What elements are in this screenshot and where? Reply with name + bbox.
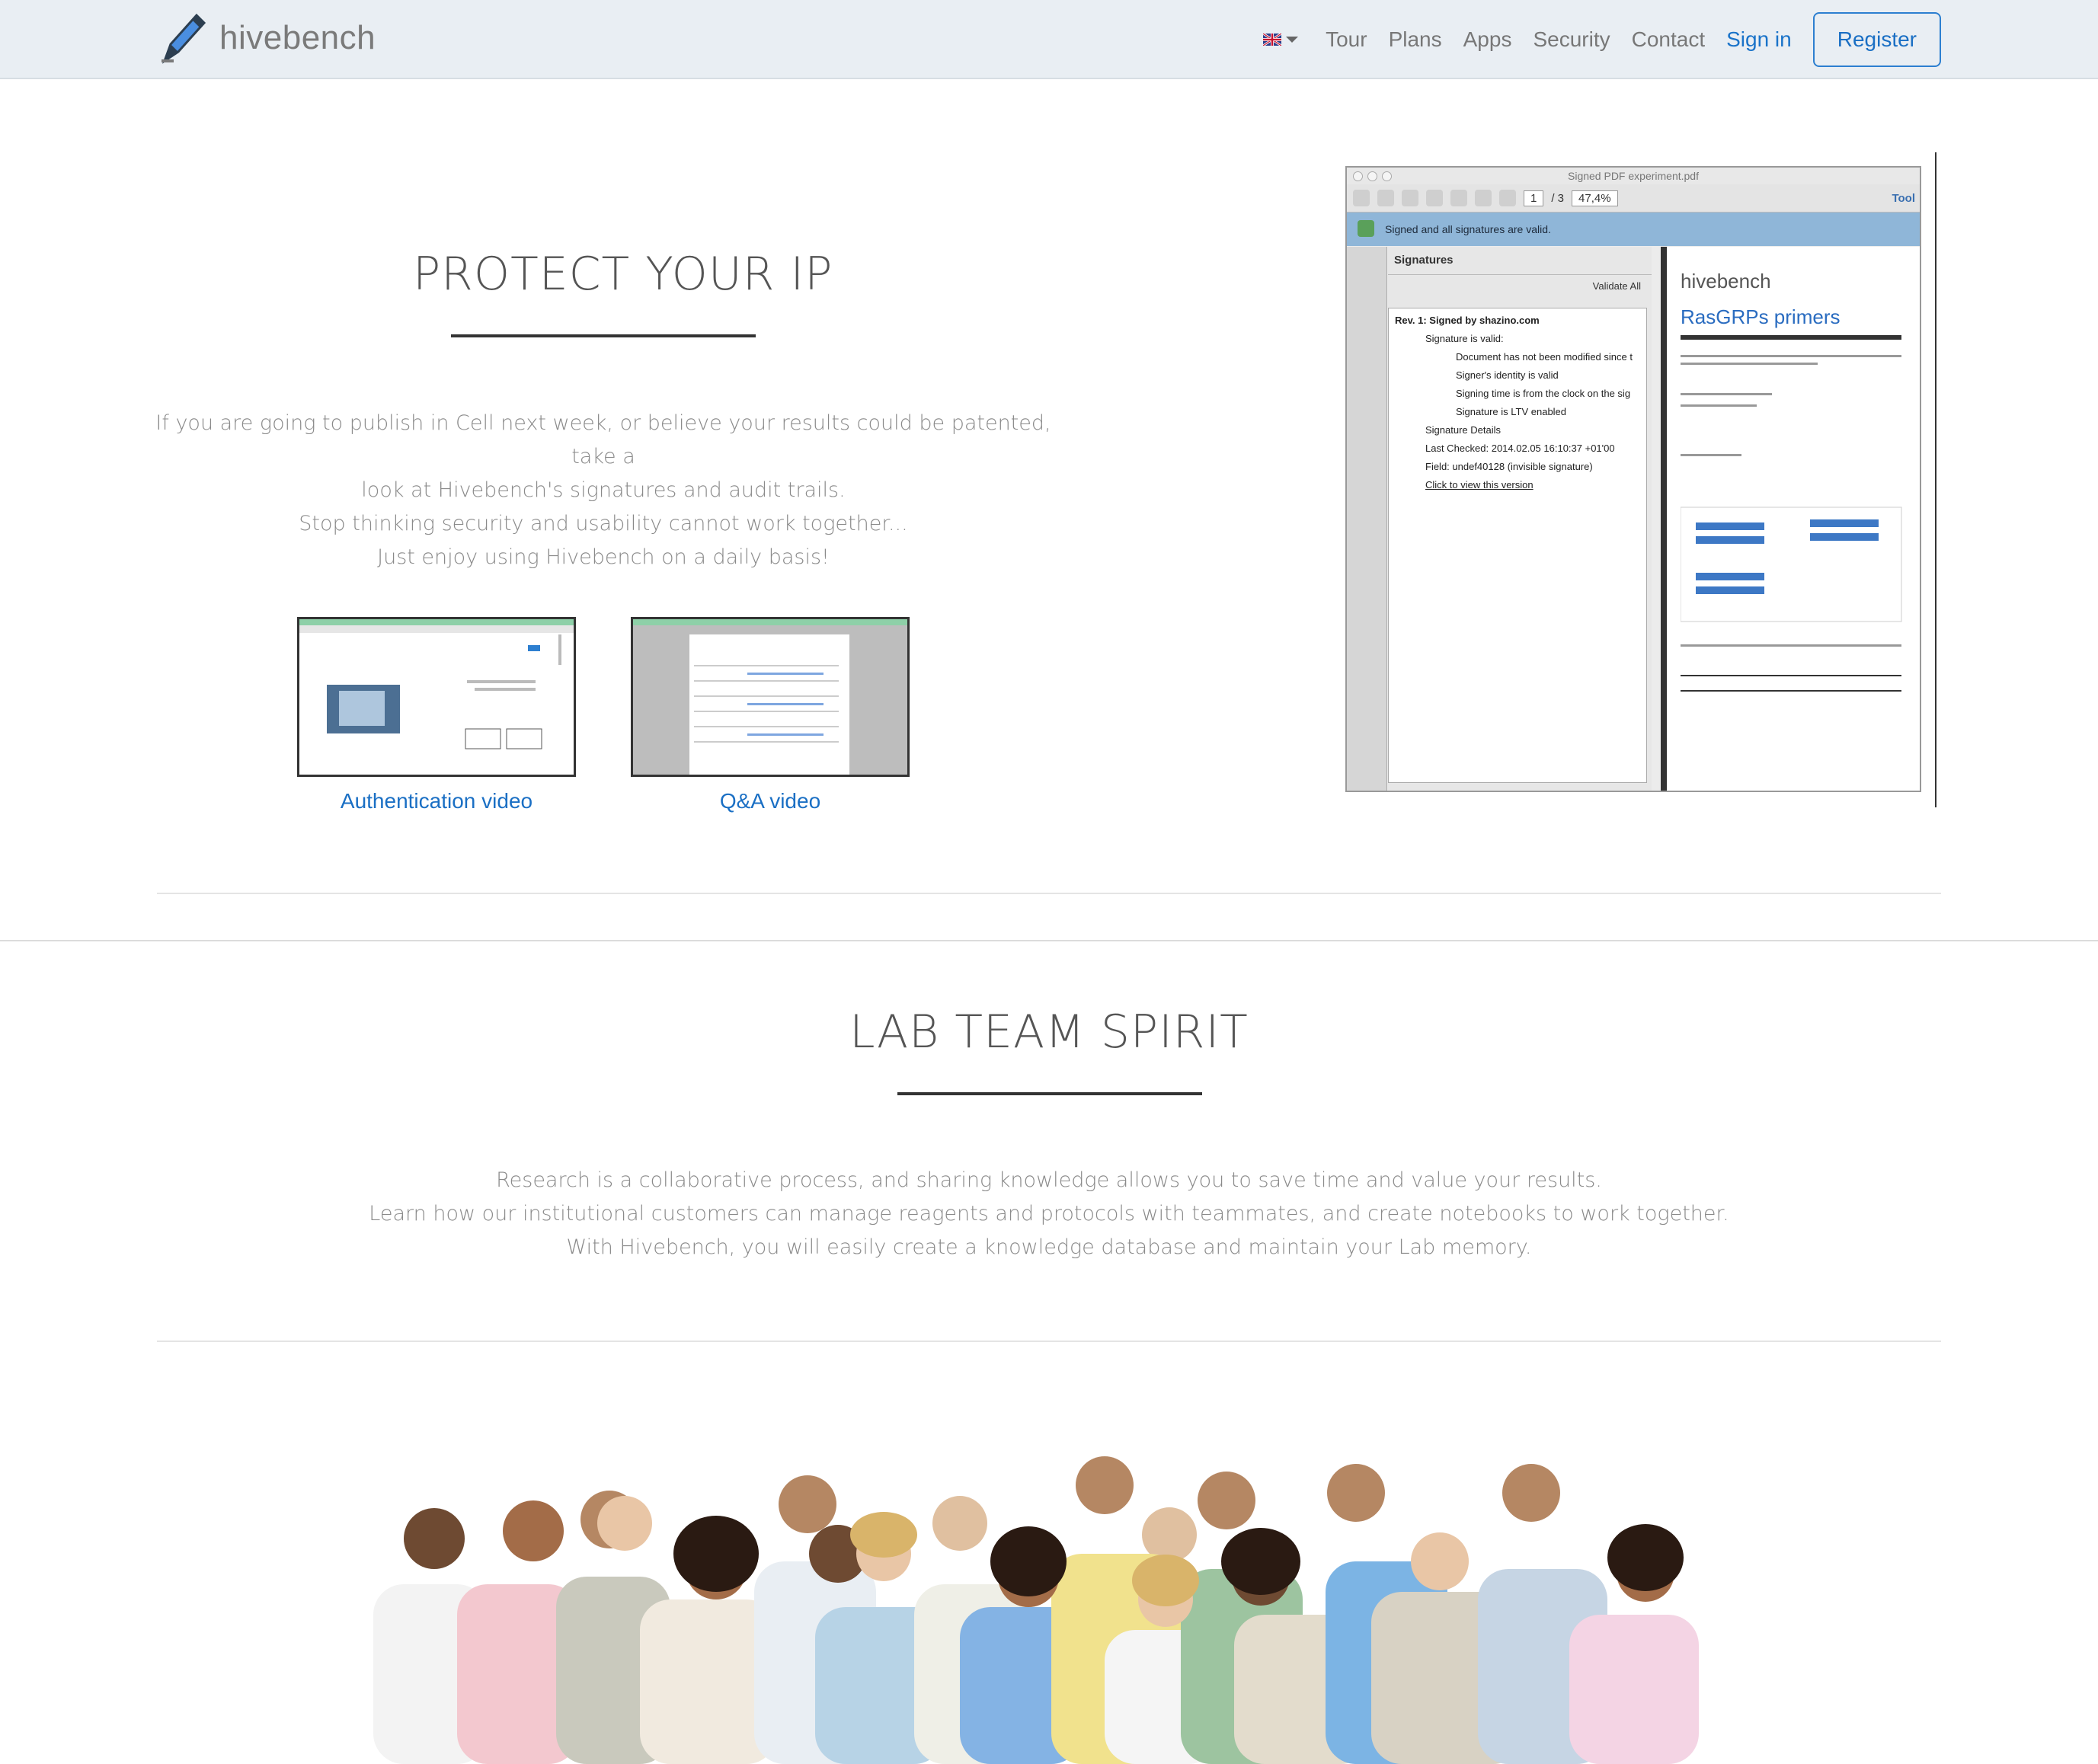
brand-logo[interactable]: hivebench bbox=[157, 8, 376, 69]
cloud-icon bbox=[1426, 190, 1443, 206]
sig-item: Signing time is from the clock on the si… bbox=[1456, 388, 1631, 399]
pdf-window-title: Signed PDF experiment.pdf bbox=[1568, 170, 1699, 182]
print-icon bbox=[1353, 190, 1370, 206]
pencil-logo-icon bbox=[162, 13, 206, 64]
team-line-3: With Hivebench, you will easily create a… bbox=[566, 1235, 1532, 1259]
register-button[interactable]: Register bbox=[1812, 12, 1941, 67]
zoom-level: 47,4% bbox=[1572, 190, 1618, 206]
pdf-icon bbox=[1377, 190, 1394, 206]
title-underline bbox=[451, 334, 756, 337]
tools-label: Tool bbox=[1892, 191, 1915, 205]
signatures-panel-title: Signatures bbox=[1388, 247, 1652, 275]
signature-banner-text: Signed and all signatures are valid. bbox=[1385, 223, 1551, 235]
team-description: Research is a collaborative process, and… bbox=[305, 1164, 1793, 1264]
language-selector[interactable] bbox=[1263, 34, 1299, 46]
video-preview-image bbox=[299, 619, 574, 749]
pdf-window-titlebar: Signed PDF experiment.pdf bbox=[1347, 168, 1920, 184]
top-navbar: hivebench Tour Plans Apps Security Conta… bbox=[0, 0, 2098, 79]
brand-name: hivebench bbox=[219, 19, 376, 56]
page-number: 1 bbox=[1524, 190, 1544, 206]
page-total: / 3 bbox=[1551, 191, 1565, 205]
section-divider bbox=[157, 893, 1941, 894]
authentication-video-link[interactable]: Authentication video bbox=[297, 789, 576, 813]
pdf-toolbar: 1 / 3 47,4% Tool bbox=[1347, 184, 1920, 213]
sig-item: Signer's identity is valid bbox=[1456, 369, 1559, 381]
chevron-down-icon bbox=[1286, 37, 1299, 43]
doc-content-graphic bbox=[1680, 355, 1902, 692]
save-icon bbox=[1450, 190, 1467, 206]
protect-line-2: look at Hivebench's signatures and audit… bbox=[361, 478, 846, 502]
nav-contact[interactable]: Contact bbox=[1632, 27, 1706, 52]
video-preview-image bbox=[633, 619, 907, 775]
team-title: LAB TEAM SPIRIT bbox=[849, 1005, 1249, 1059]
team-line-1: Research is a collaborative process, and… bbox=[496, 1168, 1602, 1192]
section-divider bbox=[157, 1341, 1941, 1342]
validate-all: Validate All bbox=[1592, 280, 1641, 292]
sig-item: Click to view this version bbox=[1425, 479, 1534, 491]
pdf-document-page: hivebench RasGRPs primers bbox=[1661, 247, 1920, 791]
doc-title: RasGRPs primers bbox=[1681, 305, 1841, 328]
pdf-side-toolbar bbox=[1347, 247, 1387, 791]
qa-video-link[interactable]: Q&A video bbox=[631, 789, 910, 813]
sig-item: Document has not been modified since t bbox=[1456, 351, 1633, 363]
team-line-2: Learn how our institutional customers ca… bbox=[369, 1202, 1729, 1226]
sig-item: Rev. 1: Signed by shazino.com bbox=[1395, 315, 1540, 326]
authentication-video-thumbnail[interactable] bbox=[297, 617, 576, 777]
printer-icon bbox=[1475, 190, 1492, 206]
section-border bbox=[0, 940, 2098, 941]
sig-item: Signature is LTV enabled bbox=[1456, 406, 1567, 417]
main-nav: Tour Plans Apps Security Contact Sign in… bbox=[1263, 12, 1941, 67]
signin-link[interactable]: Sign in bbox=[1726, 27, 1792, 52]
sig-item: Signature is valid: bbox=[1425, 333, 1504, 344]
protect-line-4: Just enjoy using Hivebench on a daily ba… bbox=[377, 545, 830, 569]
signature-details-list: Rev. 1: Signed by shazino.com Signature … bbox=[1388, 308, 1647, 783]
protect-description: If you are going to publish in Cell next… bbox=[152, 407, 1054, 574]
signature-check-icon bbox=[1358, 220, 1374, 237]
signature-banner: Signed and all signatures are valid. bbox=[1347, 213, 1920, 246]
team-photo-image bbox=[373, 1456, 1699, 1764]
qa-video-thumbnail[interactable] bbox=[631, 617, 910, 777]
pdf-frame-edge bbox=[1935, 152, 1936, 807]
doc-divider bbox=[1681, 335, 1901, 340]
sig-item: Field: undef40128 (invisible signature) bbox=[1425, 461, 1593, 472]
uk-flag-icon bbox=[1263, 34, 1282, 46]
signed-pdf-screenshot: Signed PDF experiment.pdf 1 / 3 47,4% To… bbox=[1345, 166, 1921, 792]
edit-icon bbox=[1402, 190, 1418, 206]
nav-security[interactable]: Security bbox=[1533, 27, 1610, 52]
nav-apps[interactable]: Apps bbox=[1463, 27, 1512, 52]
signatures-panel: Signatures Validate All Rev. 1: Signed b… bbox=[1388, 247, 1652, 791]
nav-plans[interactable]: Plans bbox=[1389, 27, 1442, 52]
mail-icon bbox=[1499, 190, 1516, 206]
nav-tour[interactable]: Tour bbox=[1326, 27, 1367, 52]
doc-brand: hivebench bbox=[1681, 270, 1771, 292]
team-title-underline bbox=[897, 1092, 1202, 1095]
sig-item: Last Checked: 2014.02.05 16:10:37 +01'00 bbox=[1425, 443, 1615, 454]
protect-line-3: Stop thinking security and usability can… bbox=[299, 512, 908, 535]
protect-title: PROTECT YOUR IP bbox=[413, 248, 833, 301]
protect-line-1: If you are going to publish in Cell next… bbox=[155, 411, 1051, 468]
sig-item: Signature Details bbox=[1425, 424, 1501, 436]
